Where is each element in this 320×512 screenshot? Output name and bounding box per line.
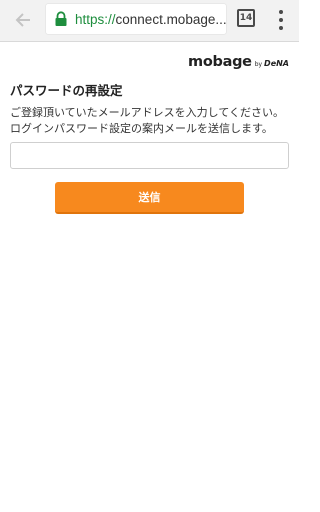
url-scheme: https:// xyxy=(75,11,116,27)
url-host: connect.mobage. xyxy=(115,11,220,27)
submit-button[interactable]: 送信 xyxy=(55,182,244,214)
address-bar[interactable]: https://connect.mobage.... xyxy=(46,4,226,34)
url-text: https://connect.mobage.... xyxy=(75,12,226,27)
logo-wordmark: mobage xyxy=(188,54,252,70)
page-title: パスワードの再設定 xyxy=(10,83,123,98)
arrow-left-icon xyxy=(15,13,30,27)
email-field[interactable] xyxy=(10,142,289,169)
back-button[interactable] xyxy=(11,9,35,31)
logo-dena: DeNA xyxy=(264,59,289,68)
mobage-logo: mobage by DeNA xyxy=(188,54,289,70)
instructions-text: ご登録頂いていたメールアドレスを入力してください。 ログインパスワード設定の案内… xyxy=(10,105,295,136)
lock-icon xyxy=(55,11,67,26)
url-ellipsis: ... xyxy=(219,11,226,27)
tab-switcher-button[interactable]: 14 xyxy=(237,9,255,27)
logo-by: by xyxy=(254,61,263,68)
instruction-line: ご登録頂いていたメールアドレスを入力してください。 xyxy=(10,106,285,119)
instruction-line: ログインパスワード設定の案内メールを送信します。 xyxy=(10,121,273,135)
browser-toolbar: https://connect.mobage.... 14 xyxy=(0,0,299,42)
vertical-dots-icon[interactable] xyxy=(275,10,287,30)
